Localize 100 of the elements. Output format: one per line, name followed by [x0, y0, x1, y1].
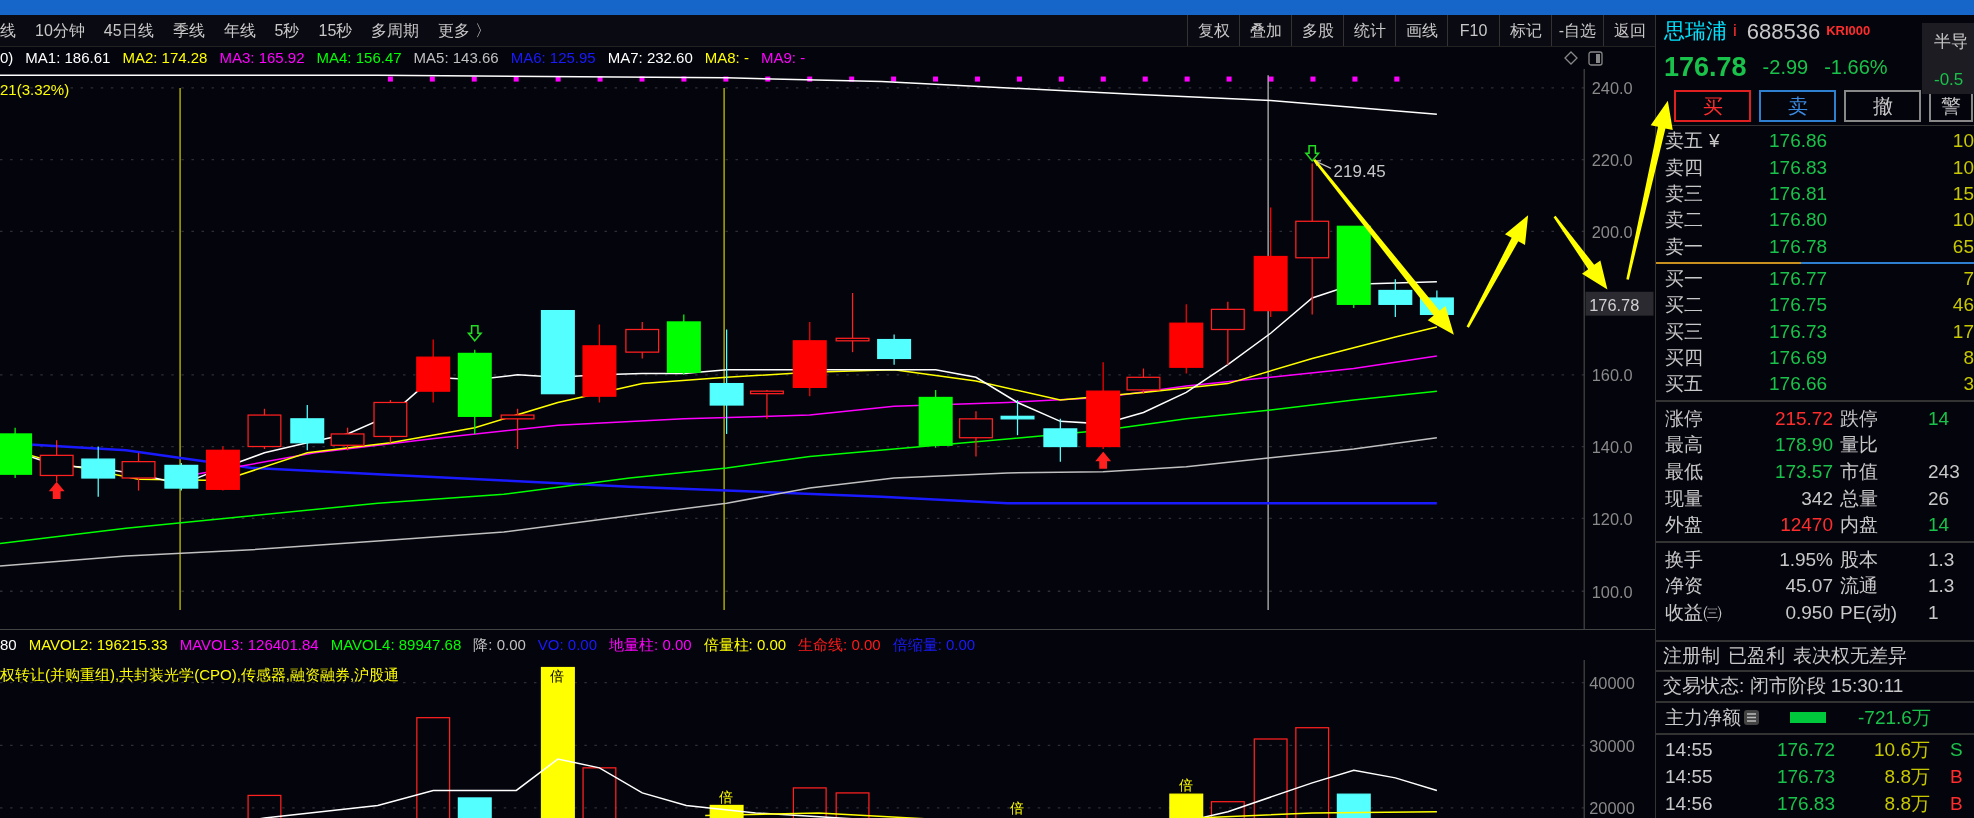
axis-label: 40000	[1589, 673, 1635, 692]
ma-value-label: MA1: 186.61	[25, 47, 111, 68]
stat-value: 1.95%	[1778, 547, 1833, 572]
toolbar-button[interactable]: F10	[1447, 15, 1499, 46]
order-price: 176.86	[1769, 129, 1829, 154]
price-tag: 176.78	[1585, 291, 1654, 316]
order-volume: 17	[1952, 319, 1974, 344]
order-volume: 65	[1952, 234, 1974, 259]
period-tab[interactable]: 多周期	[371, 18, 420, 43]
order-level-label: 买一	[1665, 266, 1704, 291]
last-price: 176.78	[1664, 51, 1747, 84]
candle	[373, 399, 408, 444]
trade-side: B	[1950, 792, 1963, 817]
toolbar-button[interactable]: 复权	[1187, 15, 1239, 46]
period-tab[interactable]: 线	[0, 18, 16, 43]
period-tab[interactable]: 更多 〉	[438, 18, 491, 43]
candle	[1169, 303, 1204, 375]
toolbar-button[interactable]: -自选	[1551, 15, 1603, 46]
candle	[164, 462, 199, 492]
volume-indicator-label: MAVOL4: 89947.68	[330, 634, 462, 655]
order-price: 176.69	[1769, 345, 1829, 370]
volume-bar	[835, 792, 870, 818]
order-level-label: 卖一	[1665, 234, 1704, 259]
list-icon[interactable]	[1743, 709, 1760, 727]
stat-value: 12470	[1779, 513, 1833, 538]
candle	[416, 338, 451, 404]
candle	[39, 439, 74, 483]
trade-side: B	[1950, 765, 1963, 790]
candle	[1210, 301, 1245, 366]
sell-button[interactable]: 卖	[1759, 90, 1836, 123]
order-level-label: 卖五	[1665, 129, 1704, 154]
candle	[205, 445, 240, 492]
stat-value: 45.07	[1784, 574, 1833, 599]
toolbar-button[interactable]: 统计	[1343, 15, 1395, 46]
down-arrow-icon	[466, 324, 483, 342]
candle	[1126, 367, 1161, 395]
tick-time: 14:56	[1665, 792, 1714, 817]
stat-label: 净资	[1665, 574, 1704, 599]
axis-label: 20000	[1589, 799, 1635, 818]
period-tab[interactable]: 45日线	[103, 18, 154, 43]
candle	[1043, 418, 1078, 463]
ma-value-label: 0)	[0, 47, 14, 68]
stock-attribute-label: 已盈利	[1728, 643, 1785, 668]
stat-label: 总量	[1839, 486, 1879, 511]
tick-volume: 8.8万	[1883, 792, 1930, 817]
stat-value: 1.3	[1928, 574, 1956, 599]
volume-bar	[1169, 793, 1204, 818]
order-volume: 10	[1952, 129, 1974, 154]
volume-indicator-label: 降: 0.00	[473, 634, 526, 655]
tick-volume: 8.8万	[1883, 765, 1930, 790]
info-link[interactable]: i	[1733, 18, 1737, 44]
stat-value: 1	[1928, 600, 1940, 625]
candle	[500, 408, 535, 450]
high-price-label: 219.45	[1333, 162, 1386, 182]
buy-button[interactable]: 买	[1674, 90, 1751, 123]
tick-volume: 10.6万	[1873, 738, 1930, 763]
panel-toggle-icon[interactable]	[1588, 50, 1603, 66]
ma-value-label: MA4: 156.47	[316, 47, 402, 68]
volume-indicator-label: MAVOL3: 126401.84	[179, 634, 319, 655]
stat-label: 量比	[1839, 433, 1879, 458]
candle	[121, 452, 156, 492]
order-volume: 3	[1963, 372, 1974, 397]
period-tab[interactable]: 10分钟	[35, 18, 85, 43]
order-level-label: 卖二	[1665, 208, 1704, 233]
diamond-icon[interactable]	[1564, 51, 1578, 65]
ma-value-label: MA8: -	[704, 47, 749, 68]
period-tab[interactable]: 5秒	[274, 18, 300, 43]
toolbar-button[interactable]: 标记	[1499, 15, 1551, 46]
volume-indicator-label: VO: 0.00	[537, 634, 598, 655]
volume-bar	[1210, 801, 1245, 818]
stat-label: 外盘	[1665, 513, 1704, 538]
down-arrow-icon	[1304, 145, 1321, 163]
volume-indicator-label: 倍量柱: 0.00	[703, 634, 787, 655]
candle	[625, 321, 660, 360]
volume-bar	[792, 787, 827, 818]
volume-bar	[247, 794, 282, 818]
volume-marker-label: 倍	[1009, 800, 1024, 816]
toolbar-button[interactable]: 画线	[1395, 15, 1447, 46]
period-tab[interactable]: 年线	[223, 18, 256, 43]
candle	[749, 389, 784, 420]
period-tab[interactable]: 季线	[172, 18, 205, 43]
stat-label: 最低	[1665, 459, 1704, 484]
cancel-button[interactable]: 撤	[1844, 90, 1921, 123]
stat-label: PE(动)	[1839, 600, 1898, 625]
toolbar-button[interactable]: 叠加	[1239, 15, 1291, 46]
toolbar-button[interactable]: 多股	[1291, 15, 1343, 46]
stat-value: 173.57	[1773, 459, 1833, 484]
ma-value-label: MA9: -	[760, 47, 806, 68]
period-tab[interactable]: 15秒	[318, 18, 353, 43]
stat-label: 现量	[1665, 486, 1704, 511]
candle	[958, 410, 993, 458]
candle	[1000, 399, 1035, 436]
tick-time: 14:55	[1665, 765, 1714, 790]
order-volume: 46	[1952, 293, 1974, 318]
order-price: 176.75	[1769, 293, 1829, 318]
tick-price: 176.72	[1775, 738, 1835, 763]
toolbar-button[interactable]: 返回	[1603, 15, 1655, 46]
percent-change: -1.66%	[1824, 55, 1888, 81]
stat-value: 178.90	[1773, 433, 1833, 458]
candle	[835, 292, 870, 353]
